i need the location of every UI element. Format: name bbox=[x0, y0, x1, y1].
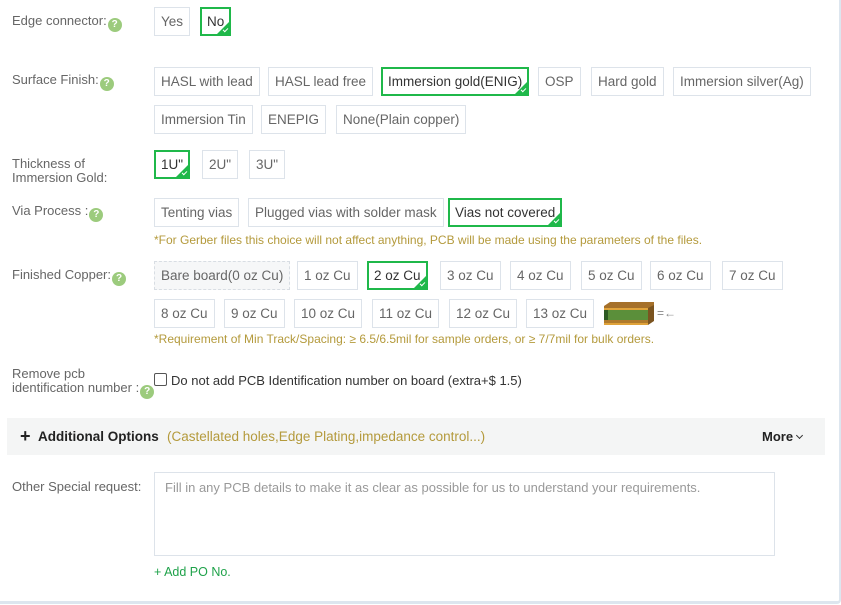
special-request-input[interactable] bbox=[154, 472, 775, 556]
remove-id-checkbox-label[interactable]: Do not add PCB Identification number on … bbox=[171, 373, 522, 388]
via-tenting[interactable]: Tenting vias bbox=[154, 198, 240, 227]
add-po-link[interactable]: + Add PO No. bbox=[154, 565, 231, 579]
copper-bare-board[interactable]: Bare board(0 oz Cu) bbox=[154, 261, 291, 290]
gold-thickness-label: Thickness of Immersion Gold: bbox=[12, 156, 108, 185]
help-icon[interactable]: ? bbox=[89, 208, 104, 222]
via-process-label: Via Process :? bbox=[12, 204, 104, 222]
copper-5oz[interactable]: 5 oz Cu bbox=[581, 261, 642, 290]
via-process-note: *For Gerber files this choice will not a… bbox=[154, 233, 703, 247]
copper-4oz[interactable]: 4 oz Cu bbox=[510, 261, 571, 290]
help-icon[interactable]: ? bbox=[112, 272, 126, 286]
help-icon[interactable]: ? bbox=[107, 18, 122, 32]
copper-note: *Requirement of Min Track/Spacing: ≥ 6.5… bbox=[154, 332, 655, 346]
copper-8oz[interactable]: 8 oz Cu bbox=[154, 299, 215, 328]
copper-layer-arrow: =← bbox=[657, 306, 677, 320]
surface-finish-immersion-tin[interactable]: Immersion Tin bbox=[154, 105, 253, 134]
surface-finish-label: Surface Finish:? bbox=[12, 73, 114, 91]
copper-6oz[interactable]: 6 oz Cu bbox=[650, 261, 711, 290]
edge-connector-no[interactable]: No bbox=[200, 7, 232, 36]
chevron-down-icon bbox=[796, 431, 804, 440]
copper-9oz[interactable]: 9 oz Cu bbox=[224, 299, 285, 328]
copper-10oz[interactable]: 10 oz Cu bbox=[294, 299, 363, 328]
gold-thickness-1u[interactable]: 1U" bbox=[154, 150, 191, 179]
surface-finish-none[interactable]: None(Plain copper) bbox=[336, 105, 467, 134]
pcb-layer-icon bbox=[604, 302, 654, 325]
additional-options-title: Additional Options bbox=[38, 429, 159, 444]
edge-connector-yes[interactable]: Yes bbox=[154, 7, 191, 36]
copper-3oz[interactable]: 3 oz Cu bbox=[440, 261, 501, 290]
surface-finish-osp[interactable]: OSP bbox=[538, 67, 581, 96]
surface-finish-hasl-lead[interactable]: HASL with lead bbox=[154, 67, 260, 96]
surface-finish-enig[interactable]: Immersion gold(ENIG) bbox=[381, 67, 530, 96]
copper-13oz[interactable]: 13 oz Cu bbox=[526, 299, 595, 328]
plus-icon: + bbox=[20, 426, 31, 446]
additional-options-subtitle: (Castellated holes,Edge Plating,impedanc… bbox=[167, 429, 486, 444]
copper-11oz[interactable]: 11 oz Cu bbox=[372, 299, 440, 328]
additional-options-bar[interactable]: + Additional Options (Castellated holes,… bbox=[7, 418, 825, 455]
gold-thickness-3u[interactable]: 3U" bbox=[249, 150, 286, 179]
edge-connector-label: Edge connector:? bbox=[12, 14, 122, 32]
help-icon[interactable]: ? bbox=[140, 385, 155, 399]
copper-1oz[interactable]: 1 oz Cu bbox=[297, 261, 358, 290]
surface-finish-hasl-lead-free[interactable]: HASL lead free bbox=[268, 67, 374, 96]
copper-7oz[interactable]: 7 oz Cu bbox=[722, 261, 783, 290]
remove-id-label: Remove pcb identification number :? bbox=[12, 367, 155, 399]
remove-id-checkbox[interactable] bbox=[154, 373, 167, 386]
special-request-label: Other Special request: bbox=[12, 479, 142, 494]
finished-copper-label: Finished Copper:? bbox=[12, 268, 126, 286]
copper-2oz[interactable]: 2 oz Cu bbox=[367, 261, 428, 290]
help-icon[interactable]: ? bbox=[99, 77, 114, 91]
copper-12oz[interactable]: 12 oz Cu bbox=[449, 299, 518, 328]
via-plugged[interactable]: Plugged vias with solder mask bbox=[248, 198, 444, 227]
surface-finish-immersion-silver[interactable]: Immersion silver(Ag) bbox=[673, 67, 811, 96]
via-not-covered[interactable]: Vias not covered bbox=[448, 198, 563, 227]
more-button[interactable]: More bbox=[762, 429, 804, 444]
gold-thickness-2u[interactable]: 2U" bbox=[202, 150, 239, 179]
surface-finish-enepig[interactable]: ENEPIG bbox=[261, 105, 327, 134]
surface-finish-hard-gold[interactable]: Hard gold bbox=[591, 67, 664, 96]
